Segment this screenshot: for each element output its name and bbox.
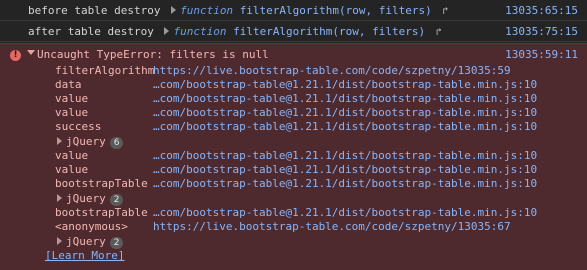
error-message-block: ! Uncaught TypeError: filters is null 13… [0,43,587,270]
log-message: before table destroy function filterAlgo… [28,4,448,17]
stack-frame-function: value [55,106,89,119]
stack-frame-location[interactable]: …com/bootstrap-table@1.21.1/dist/bootstr… [153,149,537,162]
frame-count-badge: 6 [109,137,124,149]
expand-triangle-icon[interactable] [171,6,177,14]
stack-frame-function: filterAlgorithm [55,64,155,77]
stack-frame: value …com/bootstrap-table@1.21.1/dist/bo… [55,163,537,177]
jquery-frame-group[interactable]: jQuery 2 [57,192,124,206]
stack-frame: bootstrapTable …com/bootstrap-table@1.21.… [55,206,537,220]
stack-frame-function: value [55,163,89,176]
reveal-function-icon[interactable]: ↱ [436,27,442,38]
stack-frame-function: bootstrapTable [55,206,148,219]
expand-triangle-icon[interactable] [57,237,62,245]
log-text: before table destroy [28,4,161,17]
stack-frame-location[interactable]: …com/bootstrap-table@1.21.1/dist/bootstr… [153,163,537,176]
stack-frame-location[interactable]: …com/bootstrap-table@1.21.1/dist/bootstr… [153,78,537,91]
learn-more-link[interactable]: [Learn More] [45,249,124,262]
function-keyword: function [180,4,234,17]
function-name[interactable]: filterAlgorithm [240,4,339,17]
stack-frame-location[interactable]: https://live.bootstrap-table.com/code/sz… [153,64,511,77]
collapse-triangle-icon[interactable] [27,50,35,55]
stack-frame-function: value [55,149,89,162]
function-name[interactable]: filterAlgorithm [233,25,332,38]
console-log-row: after table destroy function filterAlgor… [0,21,587,42]
jquery-frame-group[interactable]: jQuery 6 [57,135,124,149]
stack-frame-location[interactable]: https://live.bootstrap-table.com/code/sz… [153,220,511,233]
jquery-group-label: jQuery [66,192,106,205]
frame-count-badge: 2 [109,194,124,206]
log-text: after table destroy [28,25,154,38]
function-args: (row, filters) [332,25,426,38]
jquery-group-label: jQuery [66,135,106,148]
stack-frame-location[interactable]: …com/bootstrap-table@1.21.1/dist/bootstr… [153,120,537,133]
frame-count-badge: 2 [109,237,124,249]
stack-frame-function: success [55,120,102,133]
jquery-frame-group[interactable]: jQuery 2 [57,235,124,249]
jquery-group-label: jQuery [66,235,106,248]
stack-frame-function: value [55,92,89,105]
error-icon: ! [10,50,21,61]
console-log-row: before table destroy function filterAlgo… [0,0,587,21]
expand-triangle-icon[interactable] [57,194,62,202]
stack-frame-location[interactable]: …com/bootstrap-table@1.21.1/dist/bootstr… [153,106,537,119]
stack-frame: success …com/bootstrap-table@1.21.1/dist/… [55,120,537,134]
source-link[interactable]: 13035:65:15 [505,4,578,17]
stack-frame-function: data [55,78,82,91]
stack-frame-function: bootstrapTable [55,177,148,190]
stack-frame-location[interactable]: …com/bootstrap-table@1.21.1/dist/bootstr… [153,92,537,105]
expand-triangle-icon[interactable] [57,137,62,145]
stack-frame: value …com/bootstrap-table@1.21.1/dist/bo… [55,92,537,106]
error-source-link[interactable]: 13035:59:11 [505,48,578,61]
error-title: Uncaught TypeError: filters is null [37,48,269,61]
stack-frame: data …com/bootstrap-table@1.21.1/dist/boo… [55,78,537,92]
stack-frame: bootstrapTable …com/bootstrap-table@1.21.… [55,177,537,191]
stack-frame-function: <anonymous> [55,220,128,233]
stack-frame: value …com/bootstrap-table@1.21.1/dist/bo… [55,149,537,163]
source-link[interactable]: 13035:75:15 [505,25,578,38]
stack-frame-location[interactable]: …com/bootstrap-table@1.21.1/dist/bootstr… [153,177,537,190]
stack-frame: <anonymous> https://live.bootstrap-table.… [55,220,511,234]
log-message: after table destroy function filterAlgor… [28,25,442,38]
stack-frame-location[interactable]: …com/bootstrap-table@1.21.1/dist/bootstr… [153,206,537,219]
reveal-function-icon[interactable]: ↱ [442,6,448,17]
expand-triangle-icon[interactable] [164,27,170,35]
stack-frame: filterAlgorithmhttps://live.bootstrap-ta… [55,64,511,78]
function-keyword: function [173,25,227,38]
function-args: (row, filters) [339,4,432,17]
stack-frame: value …com/bootstrap-table@1.21.1/dist/bo… [55,106,537,120]
